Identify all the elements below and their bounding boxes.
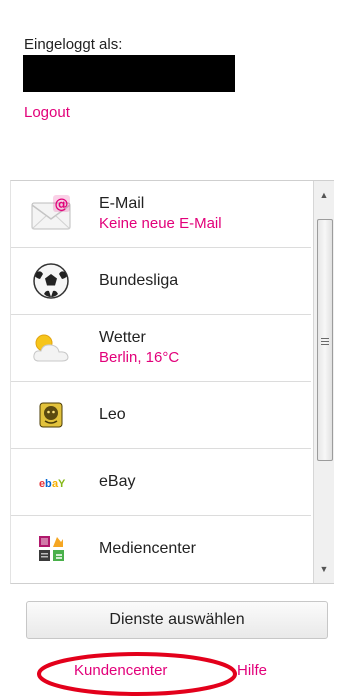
scrollbar-thumb[interactable]: [317, 219, 333, 461]
service-item-weather[interactable]: Wetter Berlin, 16°C: [11, 315, 311, 382]
footer-links: Kundencenter Hilfe: [0, 652, 337, 696]
services-list: @ E-Mail Keine neue E-Mail Bundesliga We…: [11, 181, 311, 582]
select-services-button[interactable]: Dienste auswählen: [26, 601, 328, 639]
service-title: E-Mail: [99, 195, 145, 212]
grip-icon: [321, 336, 329, 347]
service-title: Bundesliga: [99, 272, 179, 289]
service-item-mediencenter[interactable]: Mediencenter: [11, 516, 311, 582]
scroll-up-arrow-icon[interactable]: ▲: [314, 185, 334, 205]
weather-icon: [29, 328, 73, 368]
service-title: Leo: [99, 406, 126, 423]
mail-icon: @: [29, 194, 73, 234]
service-title: Mediencenter: [99, 540, 196, 557]
logout-link[interactable]: Logout: [24, 104, 70, 121]
svg-text:b: b: [45, 478, 52, 490]
services-panel: @ E-Mail Keine neue E-Mail Bundesliga We…: [10, 180, 334, 584]
service-status: Keine neue E-Mail: [99, 215, 222, 232]
service-status: Berlin, 16°C: [99, 349, 180, 366]
service-item-bundesliga[interactable]: Bundesliga: [11, 248, 311, 315]
service-title: eBay: [99, 473, 136, 490]
soccer-ball-icon: [29, 261, 73, 301]
service-item-ebay[interactable]: e b a Y eBay: [11, 449, 311, 516]
service-item-email[interactable]: @ E-Mail Keine neue E-Mail: [11, 181, 311, 248]
redacted-username: [23, 55, 235, 92]
leo-icon: [29, 395, 73, 435]
service-title: Wetter: [99, 329, 146, 346]
ebay-icon: e b a Y: [29, 462, 73, 502]
customer-center-link[interactable]: Kundencenter: [74, 662, 167, 679]
logged-in-label: Eingeloggt als:: [24, 36, 123, 53]
services-scrollbar[interactable]: ▲ ▼: [313, 181, 334, 583]
service-item-leo[interactable]: Leo: [11, 382, 311, 449]
mediencenter-icon: [29, 529, 73, 569]
help-link[interactable]: Hilfe: [237, 662, 267, 679]
svg-text:Y: Y: [58, 478, 66, 490]
scroll-down-arrow-icon[interactable]: ▼: [314, 559, 334, 579]
svg-text:@: @: [55, 197, 69, 213]
